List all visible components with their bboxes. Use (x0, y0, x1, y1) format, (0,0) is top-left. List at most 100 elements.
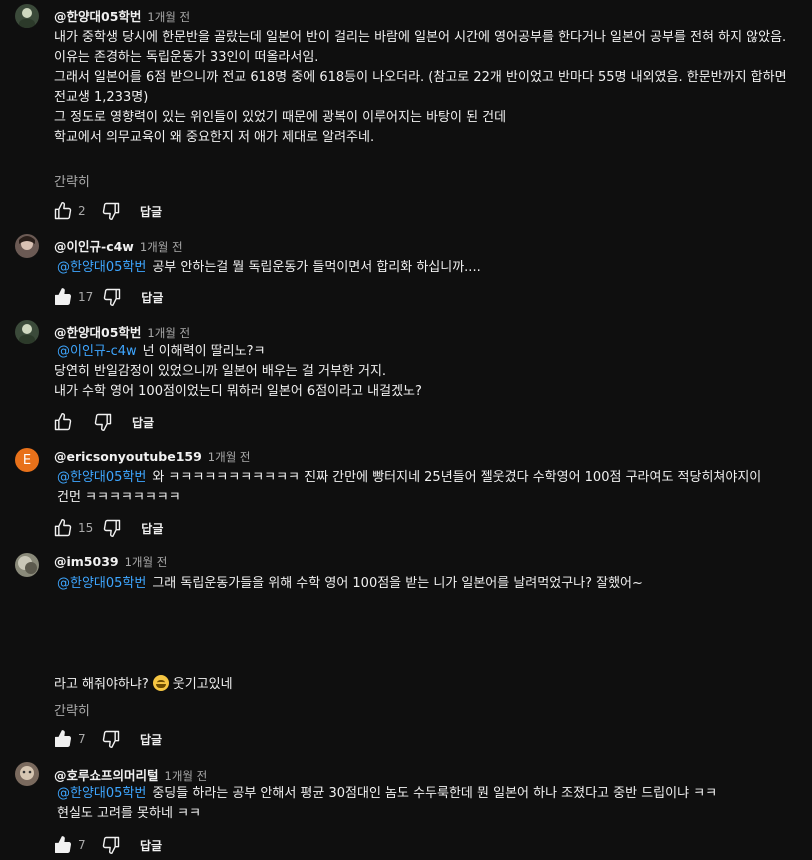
comment-actions: 7 답글 (52, 834, 166, 856)
comment-actions: 7 답글 (52, 728, 166, 750)
avatar-photo-icon (19, 8, 35, 28)
like-count: 7 (78, 732, 86, 746)
comment-text: 내가 중학생 당시에 한문반을 골랐는데 일본어 반이 걸리는 바람에 일본어 … (54, 28, 794, 148)
comment-text: @이인규-c4w 넌 이해력이 딸리노?ㅋ 당연히 반일감정이 있었으니까 일본어… (54, 342, 794, 402)
like-button[interactable] (52, 411, 74, 433)
thumbs-up-icon (55, 288, 71, 306)
author-name[interactable]: @한양대05학번 (54, 9, 141, 24)
avatar-letter: E (22, 452, 32, 468)
timestamp[interactable]: 1개월 전 (125, 555, 168, 569)
comment-line: 넌 이해력이 딸리노?ㅋ (142, 344, 266, 359)
author-name[interactable]: @ericsonyoutube159 (54, 449, 202, 464)
avatar-photo-icon (19, 324, 35, 344)
comment-line: 내가 수학 영어 100점이었는디 뭐하러 일본어 6점이라고 내걸겠노? (54, 384, 422, 399)
thumbs-down-icon (104, 288, 121, 307)
comment-text: @한양대05학번 와 ㅋㅋㅋㅋㅋㅋㅋㅋㅋㅋㅋ 진짜 간만에 빵터지네 25년들어 … (57, 468, 772, 508)
thumbs-up-icon (54, 201, 72, 220)
comment-line: 공부 안하는걸 뭘 독립운동가 들먹이면서 합리화 하십니까.... (152, 260, 481, 275)
reply-button[interactable]: 답글 (136, 201, 166, 222)
avatar-photo-icon (18, 556, 37, 574)
comment-line: 라고 해줘야하냐? (54, 677, 149, 692)
comment-text: @한양대05학번 그래 독립운동가들을 위해 수학 영어 100점을 받는 니가 … (57, 574, 797, 594)
laughing-emoji-icon (152, 675, 169, 691)
comment-header: @ericsonyoutube159 1개월 전 (54, 449, 251, 465)
thumbs-up-icon (54, 518, 72, 537)
comment-line: 당연히 반일감정이 있었으니까 일본어 배우는 걸 거부한 거지. (54, 364, 387, 379)
timestamp[interactable]: 1개월 전 (147, 326, 190, 340)
avatar[interactable] (15, 762, 39, 786)
dislike-button[interactable] (101, 517, 123, 539)
thumbs-down-icon (102, 202, 120, 221)
mention-link[interactable]: @한양대05학번 (57, 260, 146, 275)
avatar[interactable] (15, 4, 39, 28)
avatar[interactable] (15, 234, 39, 258)
like-count: 2 (78, 204, 86, 218)
comment-line: 이유는 존경하는 독립운동가 33인이 떠올라서임. (54, 50, 319, 65)
show-less-button[interactable]: 간략히 (54, 171, 90, 190)
author-name[interactable]: @한양대05학번 (54, 325, 141, 340)
dislike-button[interactable] (100, 834, 122, 856)
comment-text: @한양대05학번 공부 안하는걸 뭘 독립운동가 들먹이면서 합리화 하십니까..… (57, 258, 797, 278)
dislike-button[interactable] (100, 728, 122, 750)
reply-button[interactable]: 답글 (137, 518, 167, 539)
thumbs-up-icon (55, 730, 71, 748)
comment-line: 와 ㅋㅋㅋㅋㅋㅋㅋㅋㅋㅋㅋ 진짜 간만에 빵터지네 25년들어 젤웃겼다 수학영… (57, 470, 762, 505)
timestamp[interactable]: 1개월 전 (165, 769, 208, 783)
comment-line: 내가 중학생 당시에 한문반을 골랐는데 일본어 반이 걸리는 바람에 일본어 … (54, 30, 787, 45)
comment-text: @한양대05학번 중딩들 하라는 공부 안해서 평균 30점대인 놈도 수두룩한데… (57, 784, 797, 824)
comment-line: 그래서 일본어를 6점 받으니까 전교 618명 중에 618등이 나오더라. … (54, 70, 791, 105)
reply-button[interactable]: 답글 (136, 835, 166, 856)
author-name[interactable]: @호루쇼프의머리털 (54, 768, 159, 783)
thumbs-down-icon (94, 413, 112, 432)
dislike-button[interactable] (101, 286, 123, 308)
like-count: 7 (78, 838, 86, 852)
timestamp[interactable]: 1개월 전 (140, 240, 183, 254)
avatar[interactable]: E (15, 448, 39, 472)
comment-actions: 2 답글 (52, 200, 166, 222)
like-button[interactable] (52, 728, 74, 750)
thumbs-down-icon (102, 836, 120, 855)
avatar-photo-icon (19, 236, 35, 250)
comment-header: @한양대05학번 1개월 전 (54, 322, 190, 341)
comment-line: 현실도 고려를 못하네 ㅋㅋ (57, 806, 201, 821)
thumbs-down-icon (104, 519, 121, 538)
comment-header: @im5039 1개월 전 (54, 554, 167, 570)
like-count: 15 (78, 521, 94, 535)
mention-link[interactable]: @이인규-c4w (57, 344, 137, 359)
reply-button[interactable]: 답글 (128, 412, 158, 433)
comment-line: 웃기고있네 (172, 677, 233, 692)
comment-header: @이인규-c4w 1개월 전 (54, 236, 183, 255)
comment-actions: 15 답글 (52, 517, 167, 539)
like-button[interactable] (52, 517, 74, 539)
comment-text-tail: 라고 해줘야하냐? 웃기고있네 (54, 675, 794, 695)
thumbs-up-icon (54, 412, 72, 431)
author-name[interactable]: @이인규-c4w (54, 239, 134, 254)
comment-actions: 17 답글 (52, 286, 167, 308)
avatar[interactable] (15, 553, 39, 577)
like-count: 17 (78, 290, 94, 304)
mention-link[interactable]: @한양대05학번 (57, 576, 146, 591)
like-button[interactable] (52, 286, 74, 308)
comment-header: @한양대05학번 1개월 전 (54, 6, 190, 25)
mention-link[interactable]: @한양대05학번 (57, 470, 146, 485)
comment-actions: 답글 (52, 411, 158, 433)
reply-button[interactable]: 답글 (137, 287, 167, 308)
comment-header: @호루쇼프의머리털 1개월 전 (54, 765, 207, 784)
dislike-button[interactable] (100, 200, 122, 222)
reply-button[interactable]: 답글 (136, 729, 166, 750)
dislike-button[interactable] (92, 411, 114, 433)
avatar[interactable] (15, 320, 39, 344)
like-button[interactable] (52, 200, 74, 222)
mention-link[interactable]: @한양대05학번 (57, 786, 146, 801)
avatar-photo-icon (20, 766, 34, 780)
thumbs-down-icon (102, 730, 120, 749)
timestamp[interactable]: 1개월 전 (147, 10, 190, 24)
like-button[interactable] (52, 834, 74, 856)
author-name[interactable]: @im5039 (54, 554, 119, 569)
show-less-button[interactable]: 간략히 (54, 700, 90, 719)
thumbs-up-icon (55, 836, 71, 854)
timestamp[interactable]: 1개월 전 (208, 450, 251, 464)
comment-line: 그 정도로 영향력이 있는 위인들이 있었기 때문에 광복이 이루어지는 바탕이… (54, 110, 507, 125)
comment-line: 그래 독립운동가들을 위해 수학 영어 100점을 받는 니가 일본어를 날려먹… (152, 576, 643, 591)
comment-line: 중딩들 하라는 공부 안해서 평균 30점대인 놈도 수두룩한데 뭔 일본어 하… (152, 786, 718, 801)
